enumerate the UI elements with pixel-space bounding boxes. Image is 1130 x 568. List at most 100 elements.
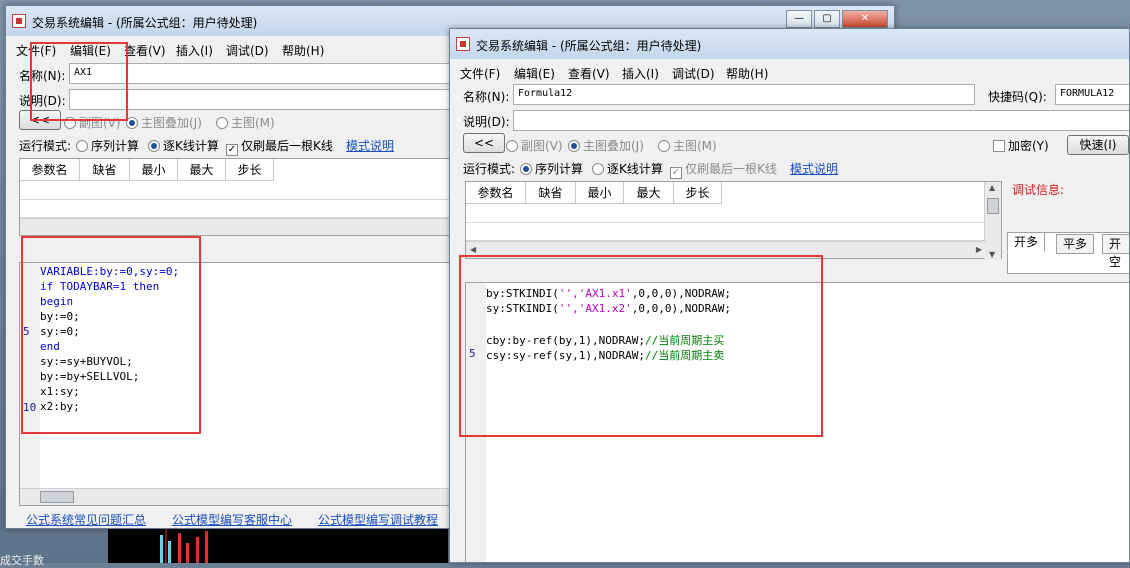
- run-option-series[interactable]: 序列计算: [520, 160, 583, 177]
- code-line: sy:STKINDI('','AX1.x2',0,0,0),NODRAW;: [486, 302, 732, 315]
- menu-debug[interactable]: 调试(D): [672, 65, 715, 82]
- menu-edit[interactable]: 编辑(E): [70, 42, 111, 59]
- code-line: sy:=0;: [40, 325, 80, 338]
- fast-button[interactable]: 快速(I): [1067, 135, 1129, 155]
- run-option-per-bar[interactable]: 逐K线计算: [592, 160, 663, 177]
- radio-icon: [148, 140, 160, 152]
- menu-insert[interactable]: 插入(I): [176, 42, 213, 59]
- mode-help-link[interactable]: 模式说明: [790, 160, 838, 177]
- code-line: sy:=sy+BUYVOL;: [40, 355, 133, 368]
- col-max: 最大: [624, 182, 674, 204]
- code-line: csy:sy-ref(sy,1),NODRAW;//当前周期主卖: [486, 349, 725, 362]
- left-code-editor[interactable]: 5 10 VARIABLE:by:=0,sy:=0; if TODAYBAR=1…: [19, 262, 455, 506]
- faq-link[interactable]: 公式系统常见问题汇总: [26, 511, 146, 528]
- editor-hscrollbar[interactable]: [20, 488, 454, 505]
- collapse-button[interactable]: <<: [463, 133, 505, 153]
- menu-file[interactable]: 文件(F): [16, 42, 56, 59]
- menu-view[interactable]: 查看(V): [124, 42, 166, 59]
- code-line: if TODAYBAR=1 then: [40, 280, 160, 293]
- chart-option-overlay[interactable]: 主图叠加(J): [568, 137, 644, 154]
- right-window-title: 交易系统编辑 - (所属公式组：用户待处理): [476, 39, 702, 53]
- run-mode-label: 运行模式:: [19, 139, 72, 153]
- radio-icon: [64, 117, 76, 129]
- col-min: 最小: [576, 182, 624, 204]
- tab-close-long[interactable]: 平多: [1056, 234, 1095, 254]
- minimize-button[interactable]: —: [786, 10, 812, 28]
- name-label: 名称(N):: [463, 90, 510, 104]
- code-line: end: [40, 340, 60, 353]
- right-code-editor[interactable]: 5 by:STKINDI('','AX1.x1',0,0,0),NODRAW; …: [465, 282, 1129, 562]
- desc-field[interactable]: [513, 110, 1129, 131]
- mode-help-link[interactable]: 模式说明: [346, 137, 394, 154]
- line-gutter: [20, 263, 40, 505]
- radio-icon: [506, 140, 518, 152]
- code-line: by:=0;: [40, 310, 80, 323]
- menu-file[interactable]: 文件(F): [460, 65, 500, 82]
- tab-open-short[interactable]: 开空: [1102, 234, 1129, 269]
- run-option-last-bar[interactable]: ✓ 仅刷最后一根K线: [226, 137, 333, 156]
- tab-open-long[interactable]: 开多: [1007, 232, 1046, 252]
- run-option-series[interactable]: 序列计算: [76, 137, 139, 154]
- radio-icon: [216, 117, 228, 129]
- line-number: 5: [469, 347, 476, 360]
- run-option-last-bar[interactable]: ✓ 仅刷最后一根K线: [670, 160, 777, 179]
- run-option-per-bar[interactable]: 逐K线计算: [148, 137, 219, 154]
- radio-icon: [592, 163, 604, 175]
- radio-icon: [658, 140, 670, 152]
- param-grid-header: 参数名 缺省 最小 最大 步长: [466, 182, 722, 204]
- scroll-thumb[interactable]: [987, 198, 999, 214]
- close-button[interactable]: ✕: [842, 10, 888, 28]
- background-label: 成交手数: [0, 554, 44, 567]
- debug-panel[interactable]: 开多 平多 开空: [1007, 232, 1129, 274]
- menu-help[interactable]: 帮助(H): [282, 42, 324, 59]
- checkbox-icon: ✓: [670, 167, 682, 179]
- code-line: VARIABLE:by:=0,sy:=0;: [40, 265, 180, 278]
- encrypt-checkbox[interactable]: 加密(Y): [993, 137, 1049, 154]
- param-grid[interactable]: 参数名 缺省 最小 最大 步长 ▲ ▼ ◀ ▶: [465, 181, 1002, 260]
- chart-option-overlay[interactable]: 主图叠加(J): [126, 114, 202, 131]
- name-field[interactable]: AX1: [69, 63, 459, 84]
- shortcut-field[interactable]: FORMULA12: [1055, 84, 1129, 105]
- chart-option-main[interactable]: 主图(M): [658, 137, 717, 154]
- code-line: x1:sy;: [40, 385, 80, 398]
- collapse-button[interactable]: <<: [19, 110, 61, 130]
- menu-edit[interactable]: 编辑(E): [514, 65, 555, 82]
- desc-field[interactable]: [69, 89, 459, 110]
- app-icon: [12, 14, 26, 28]
- col-default: 缺省: [526, 182, 576, 204]
- code-line: x2:by;: [40, 400, 80, 413]
- menu-debug[interactable]: 调试(D): [226, 42, 269, 59]
- line-gutter: [466, 283, 486, 562]
- support-link[interactable]: 公式模型编写客服中心: [172, 511, 292, 528]
- name-label: 名称(N):: [19, 69, 66, 83]
- line-number: 5: [23, 325, 30, 338]
- menu-view[interactable]: 查看(V): [568, 65, 610, 82]
- param-grid[interactable]: 参数名 缺省 最小 最大 步长: [19, 158, 456, 236]
- checkbox-icon: [993, 140, 1005, 152]
- radio-icon: [520, 163, 532, 175]
- name-field[interactable]: Formula12: [513, 84, 975, 105]
- maximize-button[interactable]: ▢: [814, 10, 840, 28]
- col-default: 缺省: [80, 159, 130, 181]
- param-grid-scrollbar[interactable]: [20, 218, 456, 235]
- col-step: 步长: [674, 182, 722, 204]
- menu-insert[interactable]: 插入(I): [622, 65, 659, 82]
- col-param-name: 参数名: [20, 159, 80, 181]
- desc-label: 说明(D):: [463, 115, 510, 129]
- param-grid-vscroll[interactable]: ▲ ▼: [984, 182, 1001, 260]
- param-grid-hscroll[interactable]: ◀ ▶: [466, 241, 986, 258]
- desc-label: 说明(D):: [19, 94, 66, 108]
- chart-option-sub[interactable]: 副图(V): [506, 137, 563, 154]
- tutorial-link[interactable]: 公式模型编写调试教程: [318, 511, 438, 528]
- code-line: by:STKINDI('','AX1.x1',0,0,0),NODRAW;: [486, 287, 732, 300]
- menu-help[interactable]: 帮助(H): [726, 65, 768, 82]
- scroll-thumb[interactable]: [40, 491, 74, 503]
- col-max: 最大: [178, 159, 226, 181]
- col-step: 步长: [226, 159, 274, 181]
- app-icon: [456, 37, 470, 51]
- chart-option-main[interactable]: 主图(M): [216, 114, 275, 131]
- code-line: by:=by+SELLVOL;: [40, 370, 140, 383]
- right-titlebar[interactable]: 交易系统编辑 - (所属公式组：用户待处理): [450, 29, 1129, 59]
- radio-icon: [76, 140, 88, 152]
- chart-option-sub[interactable]: 副图(V): [64, 114, 121, 131]
